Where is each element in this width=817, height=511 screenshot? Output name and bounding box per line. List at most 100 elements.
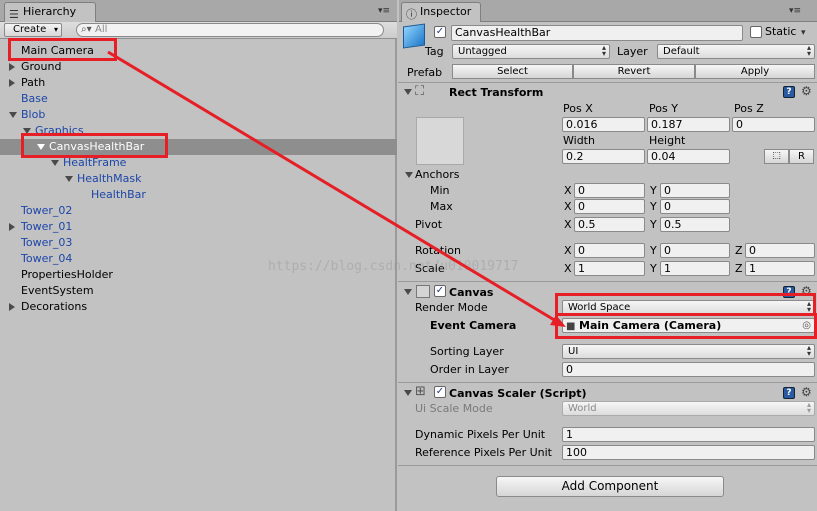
tree-item-propertiesholder[interactable]: PropertiesHolder [21, 267, 113, 283]
layer-dropdown[interactable]: Default ▴ ▾ [657, 44, 815, 59]
x-label: X [564, 184, 572, 197]
collapse-arrow-icon[interactable] [404, 289, 412, 295]
camera-icon: ■ [566, 321, 576, 332]
static-checkbox[interactable] [750, 26, 762, 38]
tag-dropdown[interactable]: Untagged ▴ ▾ [452, 44, 610, 59]
collapse-arrow-icon[interactable] [404, 89, 412, 95]
prefab-apply-button[interactable]: Apply [695, 64, 815, 79]
panel-menu-icon[interactable]: ▾≡ [378, 6, 390, 16]
collapse-arrow-icon[interactable] [404, 390, 412, 396]
tree-item-label: Main Camera [21, 44, 94, 57]
hierarchy-toolbar: Create ▾ ⌕▾ All [0, 22, 397, 39]
posy-field[interactable]: 0.187 [647, 117, 730, 132]
tree-item-canvashealthbar[interactable]: CanvasHealthBar [37, 139, 144, 155]
posx-field[interactable]: 0.016 [562, 117, 645, 132]
tree-item-blob[interactable]: Blob [9, 107, 45, 123]
collapse-arrow-icon[interactable] [37, 144, 45, 150]
help-icon[interactable]: ? [783, 86, 795, 98]
tree-item-label: EventSystem [21, 284, 94, 297]
object-picker-icon[interactable]: ◎ [802, 319, 811, 332]
order-in-layer-field[interactable]: 0 [562, 362, 815, 377]
gear-icon[interactable]: ⚙ [801, 385, 812, 399]
tree-item-tower-04[interactable]: Tower_04 [21, 251, 72, 267]
render-mode-dropdown[interactable]: World Space ▴ ▾ [562, 300, 815, 315]
scale-x-field[interactable]: 1 [574, 261, 645, 276]
gear-icon[interactable]: ⚙ [801, 84, 812, 98]
ui-scale-mode-label: Ui Scale Mode [415, 402, 493, 415]
pivot-x-field[interactable]: 0.5 [574, 217, 645, 232]
pivot-y-field[interactable]: 0.5 [660, 217, 730, 232]
raw-edit-button[interactable]: R [789, 149, 814, 164]
anchor-max-y-field[interactable]: 0 [660, 199, 730, 214]
panel-menu-icon[interactable]: ▾≡ [789, 6, 801, 16]
posx-label: Pos X [563, 102, 593, 115]
collapse-arrow-icon[interactable] [9, 112, 17, 118]
expand-arrow-icon[interactable] [9, 63, 15, 71]
tab-inspector[interactable]: ⓘ Inspector [401, 2, 481, 22]
rotation-x-field[interactable]: 0 [574, 243, 645, 258]
collapse-arrow-icon[interactable] [405, 172, 413, 178]
tree-item-tower-02[interactable]: Tower_02 [21, 203, 72, 219]
tree-item-healtframe[interactable]: HealtFrame [51, 155, 126, 171]
tree-item-base[interactable]: Base [21, 91, 48, 107]
x-label: X [564, 244, 572, 257]
help-icon[interactable]: ? [783, 387, 795, 399]
tree-item-label: PropertiesHolder [21, 268, 113, 281]
add-component-button[interactable]: Add Component [496, 476, 724, 497]
tree-item-path[interactable]: Path [9, 75, 45, 91]
canvas-header[interactable]: ✓ Canvas ? ⚙ [399, 283, 817, 301]
canvas-scaler-enabled-checkbox[interactable]: ✓ [434, 386, 446, 398]
static-label: Static [765, 25, 797, 38]
tree-item-tower-01[interactable]: Tower_01 [9, 219, 72, 235]
canvas-enabled-checkbox[interactable]: ✓ [434, 285, 446, 297]
tree-item-eventsystem[interactable]: EventSystem [21, 283, 94, 299]
search-input[interactable]: ⌕▾ All [76, 23, 384, 37]
collapse-arrow-icon[interactable] [65, 176, 73, 182]
tab-hierarchy[interactable]: ☰ Hierarchy [4, 2, 96, 22]
ui-scale-mode-value: World [568, 403, 597, 414]
object-name-field[interactable]: CanvasHealthBar [451, 25, 743, 41]
chevron-down-icon: ▾ [53, 25, 58, 34]
static-dropdown-icon[interactable]: ▾ [801, 28, 806, 38]
prefab-revert-button[interactable]: Revert [573, 64, 695, 79]
height-field[interactable]: 0.04 [647, 149, 730, 164]
active-checkbox[interactable]: ✓ [434, 26, 446, 38]
divider [398, 465, 817, 466]
prefab-select-button[interactable]: Select [452, 64, 573, 79]
anchor-presets-button[interactable] [416, 117, 464, 165]
blueprint-mode-button[interactable]: ⬚ [764, 149, 789, 164]
tree-item-ground[interactable]: Ground [9, 59, 61, 75]
anchor-min-y-field[interactable]: 0 [660, 183, 730, 198]
tree-item-main-camera[interactable]: Main Camera [21, 43, 94, 59]
expand-arrow-icon[interactable] [9, 303, 15, 311]
posz-field[interactable]: 0 [732, 117, 815, 132]
anchor-max-x-field[interactable]: 0 [574, 199, 645, 214]
x-label: X [564, 200, 572, 213]
posz-label: Pos Z [734, 102, 764, 115]
reference-ppu-field[interactable]: 100 [562, 445, 815, 460]
scale-z-field[interactable]: 1 [745, 261, 815, 276]
event-camera-field[interactable]: ■ Main Camera (Camera) ◎ [562, 318, 815, 333]
collapse-arrow-icon[interactable] [51, 160, 59, 166]
rotation-y-field[interactable]: 0 [660, 243, 730, 258]
expand-arrow-icon[interactable] [9, 223, 15, 231]
sorting-layer-dropdown[interactable]: UI ▴ ▾ [562, 344, 815, 359]
dynamic-ppu-field[interactable]: 1 [562, 427, 815, 442]
tree-item-decorations[interactable]: Decorations [9, 299, 87, 315]
help-icon[interactable]: ? [783, 286, 795, 298]
prefab-label: Prefab [407, 66, 443, 79]
anchor-min-x-field[interactable]: 0 [574, 183, 645, 198]
width-field[interactable]: 0.2 [562, 149, 645, 164]
expand-arrow-icon[interactable] [9, 79, 15, 87]
rotation-z-field[interactable]: 0 [745, 243, 815, 258]
canvas-scaler-header[interactable]: ⊞ ✓ Canvas Scaler (Script) ? ⚙ [399, 384, 817, 402]
collapse-arrow-icon[interactable] [23, 128, 31, 134]
create-button[interactable]: Create ▾ [4, 23, 62, 37]
gear-icon[interactable]: ⚙ [801, 284, 812, 298]
rect-transform-header[interactable]: ⛶ Rect Transform ? ⚙ [399, 83, 817, 101]
tree-item-tower-03[interactable]: Tower_03 [21, 235, 72, 251]
scale-y-field[interactable]: 1 [660, 261, 730, 276]
tree-item-healthmask[interactable]: HealthMask [65, 171, 141, 187]
tree-item-healthbar[interactable]: HealthBar [91, 187, 146, 203]
tree-item-graphics[interactable]: Graphics [23, 123, 84, 139]
